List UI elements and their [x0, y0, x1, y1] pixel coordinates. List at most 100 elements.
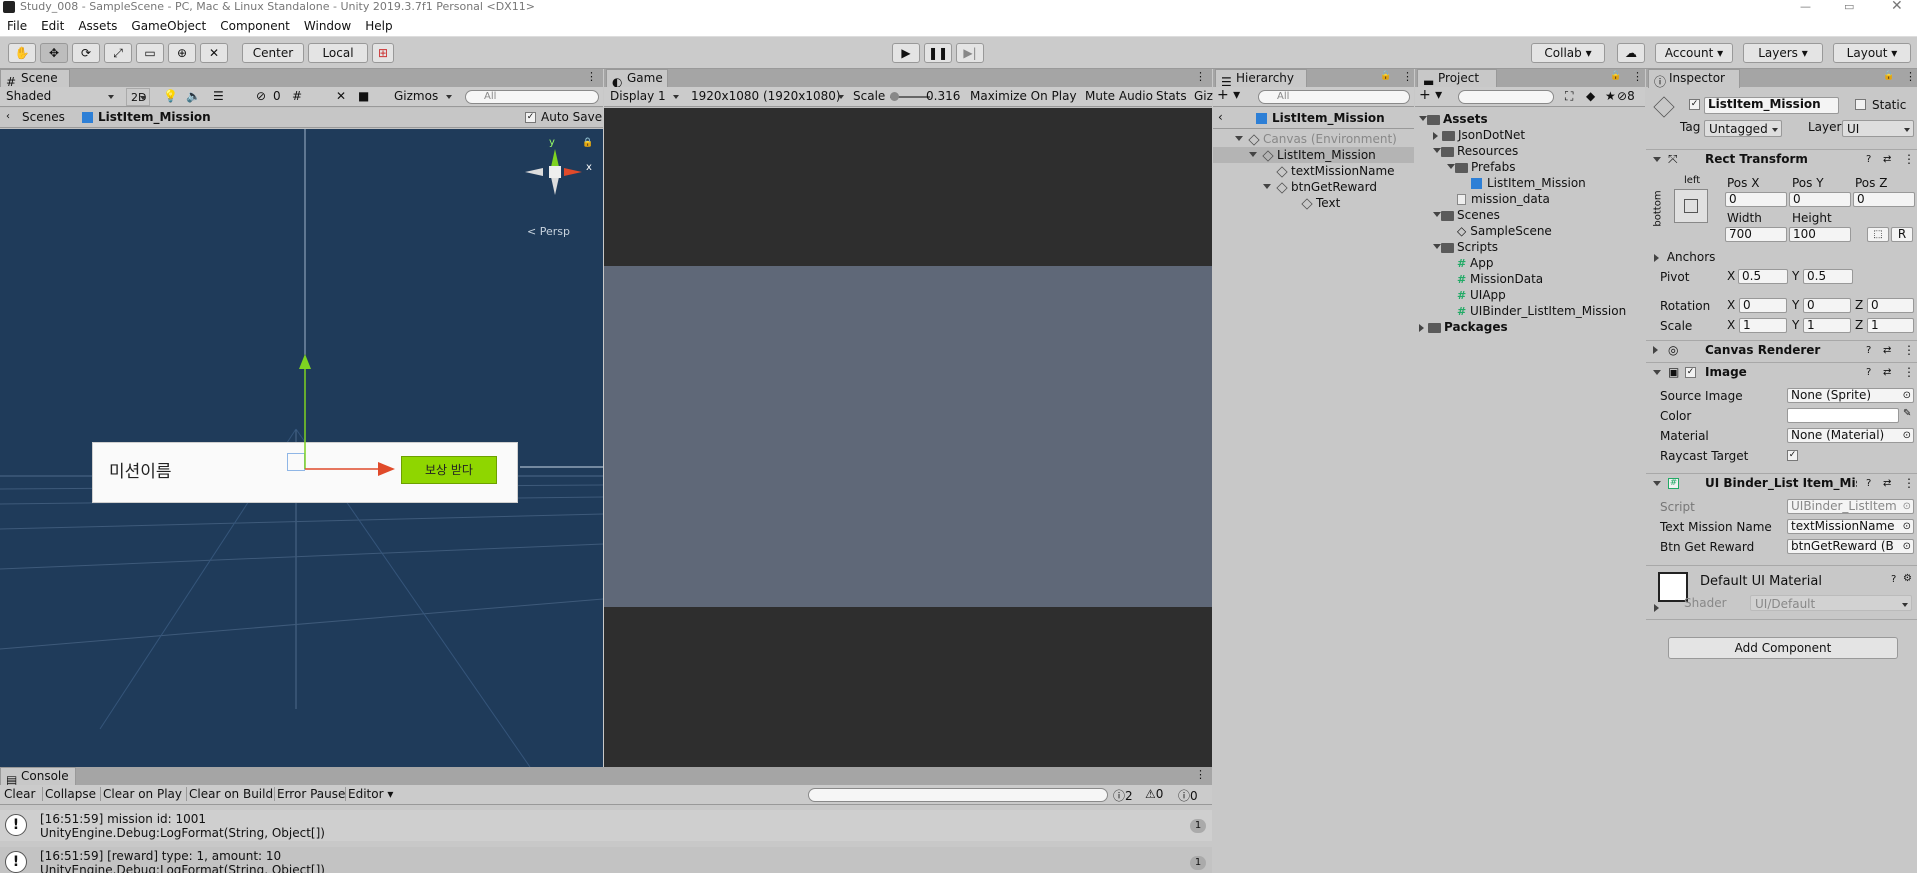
hidden-objects-icon[interactable]: ⊘: [256, 89, 266, 103]
shading-dropdown[interactable]: Shaded: [2, 88, 117, 106]
rect-tool-icon[interactable]: ▭: [136, 43, 164, 63]
console-log-row[interactable]: ! [16:51:59] mission id: 1001 UnityEngin…: [0, 810, 1212, 841]
project-item-resources[interactable]: Resources: [1433, 143, 1518, 159]
tree-item-canvas[interactable]: Canvas (Environment): [1213, 131, 1414, 147]
rotate-tool-icon[interactable]: ⟳: [72, 43, 100, 63]
pivot-center-button[interactable]: Center: [242, 43, 304, 63]
game-gizmos-toggle[interactable]: Giz: [1194, 89, 1213, 103]
persp-label[interactable]: < Persp: [527, 225, 570, 238]
breadcrumb-scenes[interactable]: Scenes: [22, 110, 65, 124]
maximize-on-play-toggle[interactable]: Maximize On Play: [970, 89, 1077, 103]
component-menu-icon[interactable]: ⋮: [1903, 150, 1915, 169]
tag-dropdown[interactable]: Untagged: [1704, 120, 1782, 137]
project-item-scenes[interactable]: Scenes: [1433, 207, 1500, 223]
move-tool-icon[interactable]: ✥: [40, 43, 68, 63]
minimize-icon[interactable]: —: [1800, 0, 1811, 14]
game-panel-menu-icon[interactable]: ⋮: [1195, 70, 1206, 83]
width-field[interactable]: 700: [1725, 227, 1787, 242]
project-create-plus-icon[interactable]: + ▾: [1419, 87, 1442, 103]
rot-z-field[interactable]: 0: [1867, 298, 1914, 313]
2d-toggle[interactable]: 2D: [126, 88, 150, 106]
project-item-packages[interactable]: Packages: [1419, 319, 1508, 335]
image-header[interactable]: ▣ ✓ Image ? ⇄ ⋮: [1646, 362, 1917, 382]
console-menu-icon[interactable]: ⋮: [1195, 768, 1206, 781]
editor-dropdown[interactable]: Editor ▾: [345, 787, 393, 801]
console-log-row[interactable]: ! [16:51:59] [reward] type: 1, amount: 1…: [0, 847, 1212, 873]
anchor-preset-button[interactable]: [1674, 189, 1708, 223]
close-icon[interactable]: ✕: [1891, 0, 1903, 13]
menu-edit[interactable]: Edit: [34, 15, 71, 37]
play-button[interactable]: ▶: [892, 43, 920, 63]
game-viewport[interactable]: [604, 108, 1212, 767]
list-item-panel[interactable]: 미션이름 보상 받다: [92, 442, 518, 503]
hierarchy-root-label[interactable]: ListItem_Mission: [1272, 111, 1385, 125]
scene-panel-menu-icon[interactable]: ⋮: [586, 70, 597, 83]
rot-x-field[interactable]: 0: [1739, 298, 1787, 313]
help-icon[interactable]: ?: [1866, 150, 1871, 169]
object-name-field[interactable]: ListItem_Mission: [1704, 97, 1839, 114]
object-picker-icon[interactable]: ⊙: [1903, 389, 1911, 402]
audio-icon[interactable]: 🔈: [186, 89, 201, 103]
help-icon[interactable]: ?: [1866, 341, 1871, 360]
collapse-button[interactable]: Collapse: [42, 787, 96, 801]
project-item-listitem-prefab[interactable]: ListItem_Mission: [1471, 175, 1586, 191]
help-icon[interactable]: ?: [1866, 363, 1871, 382]
menu-component[interactable]: Component: [213, 15, 297, 37]
project-item-assets[interactable]: Assets: [1419, 111, 1488, 127]
favorite-icon[interactable]: ★: [1605, 89, 1616, 103]
tree-item-btngetreward[interactable]: btnGetReward: [1213, 179, 1414, 195]
hierarchy-lock-icon[interactable]: 🔒: [1380, 71, 1391, 81]
pivot-local-button[interactable]: Local: [308, 43, 368, 63]
menu-help[interactable]: Help: [358, 15, 399, 37]
eyedropper-icon[interactable]: ✎: [1903, 408, 1911, 419]
layers-dropdown[interactable]: Layers ▾: [1743, 43, 1823, 63]
uibinder-enabled-checkbox[interactable]: #: [1668, 478, 1679, 489]
auto-save-checkbox[interactable]: ✓: [525, 112, 536, 123]
custom-tool-icon[interactable]: ✕: [200, 43, 228, 63]
transform-tool-icon[interactable]: ⊕: [168, 43, 196, 63]
project-item-uiapp[interactable]: # UIApp: [1457, 287, 1506, 304]
tab-project[interactable]: ▬ Project: [1417, 69, 1497, 89]
error-count-toggle[interactable]: ⓘ0: [1178, 787, 1198, 804]
inspector-lock-icon[interactable]: 🔒: [1883, 71, 1894, 81]
source-image-field[interactable]: None (Sprite) ⊙: [1787, 388, 1914, 403]
lighting-icon[interactable]: 💡: [163, 89, 178, 103]
project-item-mission-data[interactable]: mission_data: [1457, 191, 1550, 207]
project-item-missiondata[interactable]: # MissionData: [1457, 271, 1543, 288]
static-checkbox[interactable]: [1855, 99, 1866, 110]
tools-icon[interactable]: ✕: [336, 89, 346, 103]
display-dropdown[interactable]: Display 1: [606, 88, 682, 106]
component-menu-icon[interactable]: ⋮: [1903, 363, 1915, 382]
back-arrow-icon[interactable]: ‹: [1218, 110, 1223, 124]
menu-assets[interactable]: Assets: [71, 15, 124, 37]
preset-icon[interactable]: ⇄: [1883, 341, 1891, 360]
breadcrumb-prefab[interactable]: ListItem_Mission: [98, 110, 211, 124]
preset-icon[interactable]: ⇄: [1883, 474, 1891, 493]
preset-icon[interactable]: ⇄: [1883, 363, 1891, 382]
camera-icon[interactable]: ■: [358, 89, 369, 103]
inspector-menu-icon[interactable]: ⋮: [1905, 70, 1916, 83]
effects-icon[interactable]: ☰: [213, 89, 224, 103]
material-field[interactable]: None (Material) ⊙: [1787, 428, 1914, 443]
grid-snap-icon[interactable]: ⊞: [372, 43, 394, 63]
tree-item-listitem-mission[interactable]: ListItem_Mission: [1213, 147, 1414, 163]
hierarchy-menu-icon[interactable]: ⋮: [1402, 70, 1413, 83]
height-field[interactable]: 100: [1789, 227, 1851, 242]
tab-console[interactable]: ▤ Console: [0, 767, 76, 787]
project-search-input[interactable]: [1458, 90, 1554, 104]
collab-button[interactable]: Collab ▾: [1531, 43, 1605, 63]
help-icon[interactable]: ?: [1891, 574, 1896, 585]
gizmos-dropdown[interactable]: Gizmos: [390, 88, 455, 106]
tab-hierarchy[interactable]: ☰ Hierarchy: [1215, 69, 1307, 89]
tab-game[interactable]: ◐ Game: [606, 69, 668, 89]
scale-z-field[interactable]: 1: [1867, 318, 1914, 333]
orientation-gizmo[interactable]: y x 🔒: [518, 137, 598, 217]
tab-scene[interactable]: # Scene: [0, 69, 70, 89]
mute-audio-toggle[interactable]: Mute Audio: [1085, 89, 1153, 103]
menu-file[interactable]: File: [0, 15, 34, 37]
stats-toggle[interactable]: Stats: [1156, 89, 1187, 103]
scale-tool-icon[interactable]: ⤢: [104, 43, 132, 63]
btn-get-reward-field[interactable]: btnGetReward (B ⊙: [1787, 539, 1914, 554]
filter-label-icon[interactable]: ◆: [1586, 89, 1595, 103]
maximize-icon[interactable]: ▭: [1844, 0, 1854, 14]
